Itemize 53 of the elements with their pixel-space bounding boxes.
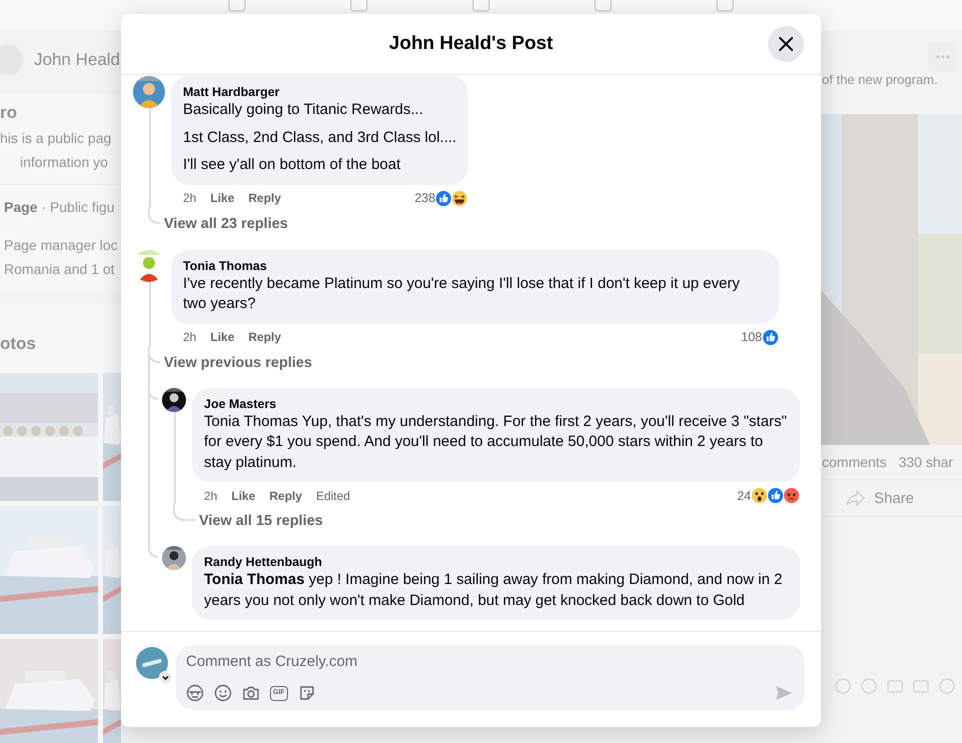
comment-action-link[interactable]: Like bbox=[210, 330, 234, 344]
intro-text: information yo bbox=[19, 153, 109, 172]
edited-label: Edited bbox=[316, 488, 350, 502]
thread-connector bbox=[148, 206, 160, 224]
comment-action-link[interactable]: Reply bbox=[248, 330, 282, 344]
reaction-count[interactable]: 24 bbox=[737, 488, 751, 502]
close-icon bbox=[779, 37, 793, 51]
thumbs-up-icon bbox=[762, 328, 779, 346]
close-button[interactable] bbox=[768, 26, 804, 62]
comment-text: Basically going to Titanic Rewards... bbox=[183, 100, 424, 120]
send-icon[interactable] bbox=[775, 684, 793, 702]
comment-time[interactable]: 2h bbox=[204, 488, 218, 502]
view-replies-link[interactable]: View previous replies bbox=[164, 346, 805, 378]
intro-detail: Romania and 1 ot bbox=[3, 260, 116, 279]
avatar-sticker-icon[interactable] bbox=[186, 684, 204, 702]
more-icon bbox=[936, 55, 950, 59]
intro-detail: Page manager loc bbox=[3, 236, 119, 255]
more-button[interactable] bbox=[928, 42, 958, 72]
comment-time[interactable]: 2h bbox=[183, 191, 196, 205]
comment-author[interactable]: Joe Masters bbox=[204, 396, 788, 412]
comment-author[interactable]: Matt Hardbarger bbox=[183, 84, 456, 100]
comment-action-link[interactable]: Reply bbox=[269, 488, 302, 502]
comment-author[interactable]: Tonia Thomas bbox=[183, 258, 767, 274]
view-replies-link[interactable]: View all 15 replies bbox=[199, 504, 805, 536]
comment-author[interactable]: Randy Hettenbaugh bbox=[204, 554, 788, 570]
comment-action-link[interactable]: Reply bbox=[248, 191, 282, 205]
comment-time[interactable]: 2h bbox=[183, 330, 196, 344]
view-replies-link[interactable]: View all 23 replies bbox=[164, 206, 805, 238]
comment-text: Tonia Thomas Yup, that's my understanding. For the first 2 years, you'll receive 3 "stars" for every $1 you spend. And you'll need to accumulate 50,000 stars within 2 years to stay platinum. bbox=[204, 412, 788, 472]
comment-text: Tonia Thomas yep ! Imagine being 1 sailing away from making Diamond, and now in 2 years you not only won't make Diamond, but may get knocked back down to Gold bbox=[204, 570, 784, 610]
post-text: of the new program. bbox=[821, 72, 939, 88]
comment-text: 1st Class, 2nd Class, and 3rd Class lol.... bbox=[183, 128, 456, 148]
intro-text: his is a public pag bbox=[0, 129, 112, 148]
chevron-icon[interactable] bbox=[159, 671, 172, 684]
thread-connector bbox=[173, 504, 195, 521]
intro-heading: ro bbox=[0, 102, 18, 124]
reaction-count[interactable]: 108 bbox=[741, 330, 762, 344]
dialog-title: John Heald's Post bbox=[389, 33, 553, 55]
thumbs-up-icon bbox=[767, 487, 784, 504]
reaction-count[interactable]: 238 bbox=[414, 191, 436, 205]
laughing-face-icon bbox=[451, 190, 468, 206]
surprised-face-icon bbox=[751, 487, 768, 504]
comment-action-link[interactable]: Like bbox=[210, 191, 234, 205]
thread-connector bbox=[148, 536, 158, 558]
comment-action-link[interactable]: Like bbox=[231, 488, 256, 502]
profile-name: John Heald bbox=[34, 50, 120, 70]
angry-face-icon bbox=[783, 487, 800, 504]
share-icon bbox=[846, 489, 866, 507]
photos-heading: otos bbox=[0, 333, 37, 355]
intro-detail: Page · Public figu bbox=[3, 198, 116, 217]
comment-text: I've recently became Platinum so you're saying I'll lose that if I don't keep it up every two years? bbox=[183, 274, 741, 314]
thumbs-up-icon bbox=[435, 190, 452, 206]
comment-text: I'll see y'all on bottom of the boat bbox=[183, 155, 402, 175]
